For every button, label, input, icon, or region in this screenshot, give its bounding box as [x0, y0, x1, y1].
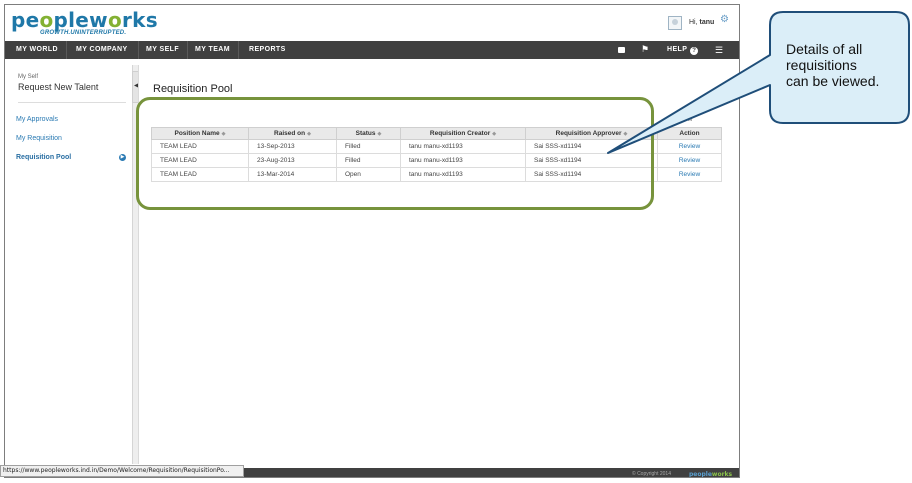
- callout-line: can be viewed.: [786, 73, 880, 89]
- help-button[interactable]: HELP?: [667, 41, 699, 59]
- nav-divider: [238, 41, 239, 59]
- footer-logo-part: people: [689, 471, 712, 478]
- sidebar-item-my-approvals[interactable]: My Approvals: [16, 116, 58, 123]
- logo-wordmark: peopleworks: [11, 10, 158, 30]
- logo-part: pe: [11, 8, 40, 32]
- sidebar-title: Request New Talent: [18, 82, 99, 92]
- user-greeting: Hi, tanu: [689, 19, 714, 26]
- sidebar-item-my-requisition[interactable]: My Requisition: [16, 135, 62, 142]
- gear-icon[interactable]: ⚙: [720, 14, 729, 25]
- peopleworks-logo[interactable]: peopleworks GROWTH.UNINTERRUPTED.: [11, 10, 158, 36]
- nav-my-company[interactable]: MY COMPANY: [76, 41, 128, 59]
- nav-divider: [187, 41, 188, 59]
- logo-part: ple: [53, 8, 90, 32]
- page-title: Requisition Pool: [153, 83, 233, 95]
- review-link[interactable]: Review: [657, 167, 722, 182]
- nav-my-team[interactable]: MY TEAM: [195, 41, 230, 59]
- nav-my-self[interactable]: MY SELF: [146, 41, 179, 59]
- nav-divider: [138, 41, 139, 59]
- callout-line: Details of all: [786, 41, 863, 57]
- show-entries-label: Show: [675, 116, 693, 123]
- callout-text: Details of all requisitions can be viewe…: [786, 41, 904, 89]
- logo-part: w: [89, 8, 108, 32]
- help-label: HELP: [667, 46, 688, 53]
- review-link[interactable]: Review: [657, 139, 722, 154]
- status-url: https://www.peopleworks.ind.in/Demo/Welc…: [0, 465, 244, 477]
- nav-divider: [66, 41, 67, 59]
- logo-part: rks: [122, 8, 158, 32]
- app-window: peopleworks GROWTH.UNINTERRUPTED. Hi, ta…: [4, 4, 740, 478]
- breadcrumb[interactable]: My Self: [18, 74, 38, 80]
- book-icon[interactable]: [618, 47, 625, 53]
- arrow-right-icon: ▶: [119, 154, 126, 161]
- review-link[interactable]: Review: [657, 153, 722, 168]
- callout-line: requisitions: [786, 57, 857, 73]
- nav-my-world[interactable]: MY WORLD: [16, 41, 58, 59]
- logo-part: o: [107, 8, 122, 32]
- footer-logo: peopleworks: [689, 470, 733, 478]
- avatar[interactable]: [668, 16, 682, 30]
- header: peopleworks GROWTH.UNINTERRUPTED. Hi, ta…: [5, 5, 739, 41]
- help-icon: ?: [690, 47, 699, 55]
- main-nav: MY WORLD MY COMPANY MY SELF MY TEAM REPO…: [5, 41, 739, 59]
- sidebar: My Self Request New Talent My Approvals …: [9, 65, 133, 464]
- footer-logo-part: works: [711, 471, 733, 478]
- nav-reports[interactable]: REPORTS: [249, 41, 286, 59]
- copyright-text: © Copyright 2014: [632, 471, 671, 477]
- greeting-text: Hi,: [689, 19, 698, 26]
- menu-icon[interactable]: ☰: [715, 42, 723, 58]
- column-action: Action: [657, 127, 722, 140]
- divider: [18, 102, 126, 103]
- highlight-box: [136, 97, 654, 210]
- logo-part: o: [39, 8, 54, 32]
- user-name: tanu: [699, 19, 715, 26]
- flag-icon[interactable]: ⚑: [641, 42, 649, 56]
- sidebar-item-requisition-pool[interactable]: Requisition Pool: [16, 154, 71, 161]
